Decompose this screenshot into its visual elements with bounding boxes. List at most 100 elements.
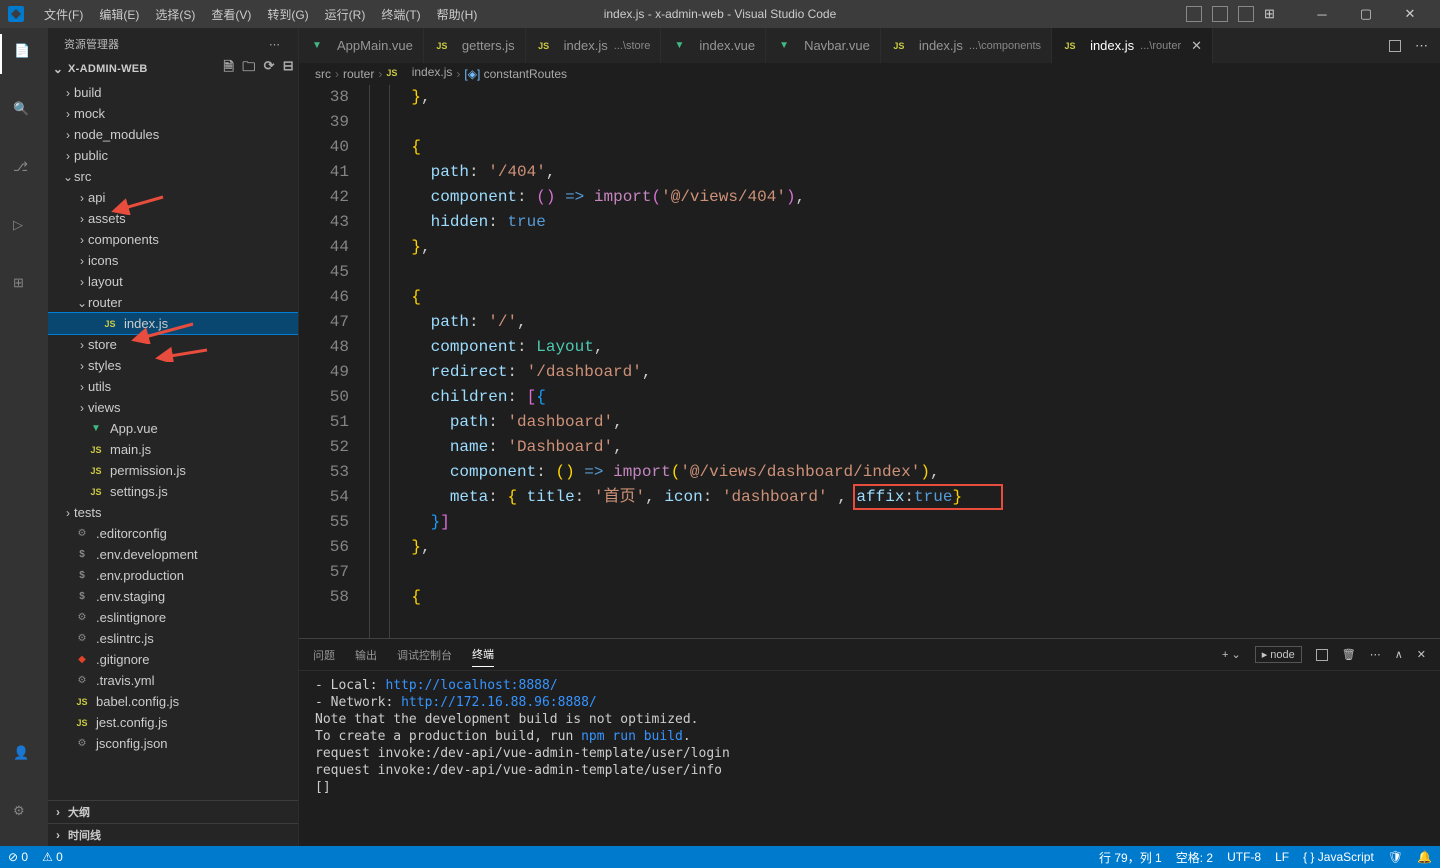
layout-icons[interactable]: ⊞ [1186, 6, 1280, 22]
status-item[interactable]: ⊘ 0 [8, 850, 28, 864]
account-activity[interactable]: 👤 [0, 736, 48, 776]
tree-item-node_modules[interactable]: ›node_modules [48, 124, 298, 145]
breadcrumb-item[interactable]: [◈] constantRoutes [464, 67, 567, 81]
close-panel-icon[interactable]: ✕ [1417, 648, 1426, 661]
menu-item[interactable]: 编辑(E) [91, 2, 147, 27]
editor-tab[interactable]: ▼Navbar.vue [766, 28, 881, 63]
editor-tab[interactable]: JSindex.js...\router✕ [1052, 28, 1213, 63]
code-line-41[interactable]: path: '/404', [373, 160, 1440, 185]
tree-item-jsconfig.json[interactable]: ⚙jsconfig.json [48, 733, 298, 754]
tree-item-api[interactable]: ›api [48, 187, 298, 208]
breadcrumb-item[interactable]: src [315, 67, 331, 81]
menu-item[interactable]: 帮助(H) [429, 2, 486, 27]
tree-item-.travis.yml[interactable]: ⚙.travis.yml [48, 670, 298, 691]
tree-item-icons[interactable]: ›icons [48, 250, 298, 271]
status-item[interactable]: 🛡 [1388, 850, 1403, 864]
tree-item-utils[interactable]: ›utils [48, 376, 298, 397]
settings-activity[interactable]: ⚙ [0, 794, 48, 834]
close-button[interactable]: ✕ [1388, 0, 1432, 28]
tree-item-styles[interactable]: ›styles [48, 355, 298, 376]
menu-item[interactable]: 选择(S) [147, 2, 203, 27]
menu-item[interactable]: 文件(F) [36, 2, 91, 27]
code-line-44[interactable]: }, [373, 235, 1440, 260]
tree-item-views[interactable]: ›views [48, 397, 298, 418]
refresh-icon[interactable]: ⟳ [264, 58, 275, 80]
code-line-56[interactable]: }, [373, 535, 1440, 560]
editor-tab[interactable]: ▼index.vue [661, 28, 766, 63]
maximize-button[interactable]: ▢ [1344, 0, 1388, 28]
code-line-47[interactable]: path: '/', [373, 310, 1440, 335]
layout-custom-icon[interactable]: ⊞ [1264, 6, 1280, 22]
code-line-39[interactable] [373, 110, 1440, 135]
tree-item-babel.config.js[interactable]: JSbabel.config.js [48, 691, 298, 712]
breadcrumb[interactable]: src›router›JS index.js›[◈] constantRoute… [299, 63, 1440, 85]
tree-item-.env.development[interactable]: $.env.development [48, 544, 298, 565]
code-line-51[interactable]: path: 'dashboard', [373, 410, 1440, 435]
code-line-55[interactable]: }] [373, 510, 1440, 535]
split-right-icon[interactable] [1389, 40, 1401, 52]
status-item[interactable]: 空格: 2 [1176, 849, 1213, 866]
code-line-57[interactable] [373, 560, 1440, 585]
maximize-panel-icon[interactable]: ∧ [1395, 648, 1403, 661]
editor-tab[interactable]: JSindex.js...\components [881, 28, 1052, 63]
tree-item-.eslintignore[interactable]: ⚙.eslintignore [48, 607, 298, 628]
code-line-46[interactable]: { [373, 285, 1440, 310]
breadcrumb-item[interactable]: JS index.js [386, 65, 452, 84]
breadcrumb-item[interactable]: router [343, 67, 374, 81]
status-item[interactable]: ⚠ 0 [42, 850, 63, 864]
tree-item-app.vue[interactable]: ▼App.vue [48, 418, 298, 439]
tree-item-.eslintrc.js[interactable]: ⚙.eslintrc.js [48, 628, 298, 649]
explorer-activity[interactable]: 📄 [0, 34, 48, 74]
layout-side-right-icon[interactable] [1238, 6, 1254, 22]
layout-panel-icon[interactable] [1212, 6, 1228, 22]
panel-tab[interactable]: 问题 [313, 643, 335, 667]
tree-item-router[interactable]: ⌄router [48, 292, 298, 313]
editor-tab[interactable]: JSindex.js...\store [526, 28, 662, 63]
sidebar-more-icon[interactable]: ⋯ [269, 38, 282, 51]
tree-item-.gitignore[interactable]: ◆.gitignore [48, 649, 298, 670]
menu-item[interactable]: 终端(T) [373, 2, 428, 27]
code-editor[interactable]: 3839404142434445464748495051525354555657… [299, 85, 1440, 638]
extensions-activity[interactable]: ⊞ [0, 266, 48, 306]
code-line-53[interactable]: component: () => import('@/views/dashboa… [373, 460, 1440, 485]
status-item[interactable]: { } JavaScript [1303, 850, 1374, 864]
tree-item-.env.production[interactable]: $.env.production [48, 565, 298, 586]
tree-item-settings.js[interactable]: JSsettings.js [48, 481, 298, 502]
status-item[interactable]: UTF-8 [1227, 850, 1261, 864]
status-item[interactable]: LF [1275, 850, 1289, 864]
panel-tab[interactable]: 输出 [355, 643, 377, 667]
file-tree[interactable]: ›build›mock›node_modules›public⌄src›api›… [48, 82, 298, 800]
code-lines[interactable]: }, { path: '/404', component: () => impo… [369, 85, 1440, 638]
tree-item-.env.staging[interactable]: $.env.staging [48, 586, 298, 607]
tree-item-jest.config.js[interactable]: JSjest.config.js [48, 712, 298, 733]
tree-item-public[interactable]: ›public [48, 145, 298, 166]
collapse-icon[interactable]: ⊟ [283, 58, 294, 80]
menu-item[interactable]: 运行(R) [317, 2, 374, 27]
tree-item-main.js[interactable]: JSmain.js [48, 439, 298, 460]
code-line-42[interactable]: component: () => import('@/views/404'), [373, 185, 1440, 210]
code-line-40[interactable]: { [373, 135, 1440, 160]
layout-side-left-icon[interactable] [1186, 6, 1202, 22]
code-line-50[interactable]: children: [{ [373, 385, 1440, 410]
scm-activity[interactable]: ⎇ [0, 150, 48, 190]
tree-item-.editorconfig[interactable]: ⚙.editorconfig [48, 523, 298, 544]
timeline-section[interactable]: ›时间线 [48, 823, 298, 846]
status-item[interactable]: 🔔 [1417, 850, 1432, 864]
tree-item-index.js[interactable]: JSindex.js [48, 313, 298, 334]
debug-activity[interactable]: ▷ [0, 208, 48, 248]
code-line-58[interactable]: { [373, 585, 1440, 610]
more-icon[interactable]: ⋯ [1415, 38, 1428, 54]
more-panel-icon[interactable]: ⋯ [1370, 648, 1381, 661]
tree-item-tests[interactable]: ›tests [48, 502, 298, 523]
new-file-icon[interactable]: 🗎 [224, 58, 235, 80]
terminal-select[interactable]: ▸ node [1255, 646, 1302, 663]
project-section-header[interactable]: ⌄ X-ADMIN-WEB 🗎 🗀 ⟳ ⊟ [48, 56, 298, 82]
code-line-45[interactable] [373, 260, 1440, 285]
editor-tab[interactable]: JSgetters.js [424, 28, 526, 63]
tree-item-permission.js[interactable]: JSpermission.js [48, 460, 298, 481]
tree-item-src[interactable]: ⌄src [48, 166, 298, 187]
panel-tab[interactable]: 调试控制台 [397, 643, 452, 667]
search-activity[interactable]: 🔍 [0, 92, 48, 132]
trash-icon[interactable]: 🗑 [1342, 648, 1356, 661]
code-line-52[interactable]: name: 'Dashboard', [373, 435, 1440, 460]
